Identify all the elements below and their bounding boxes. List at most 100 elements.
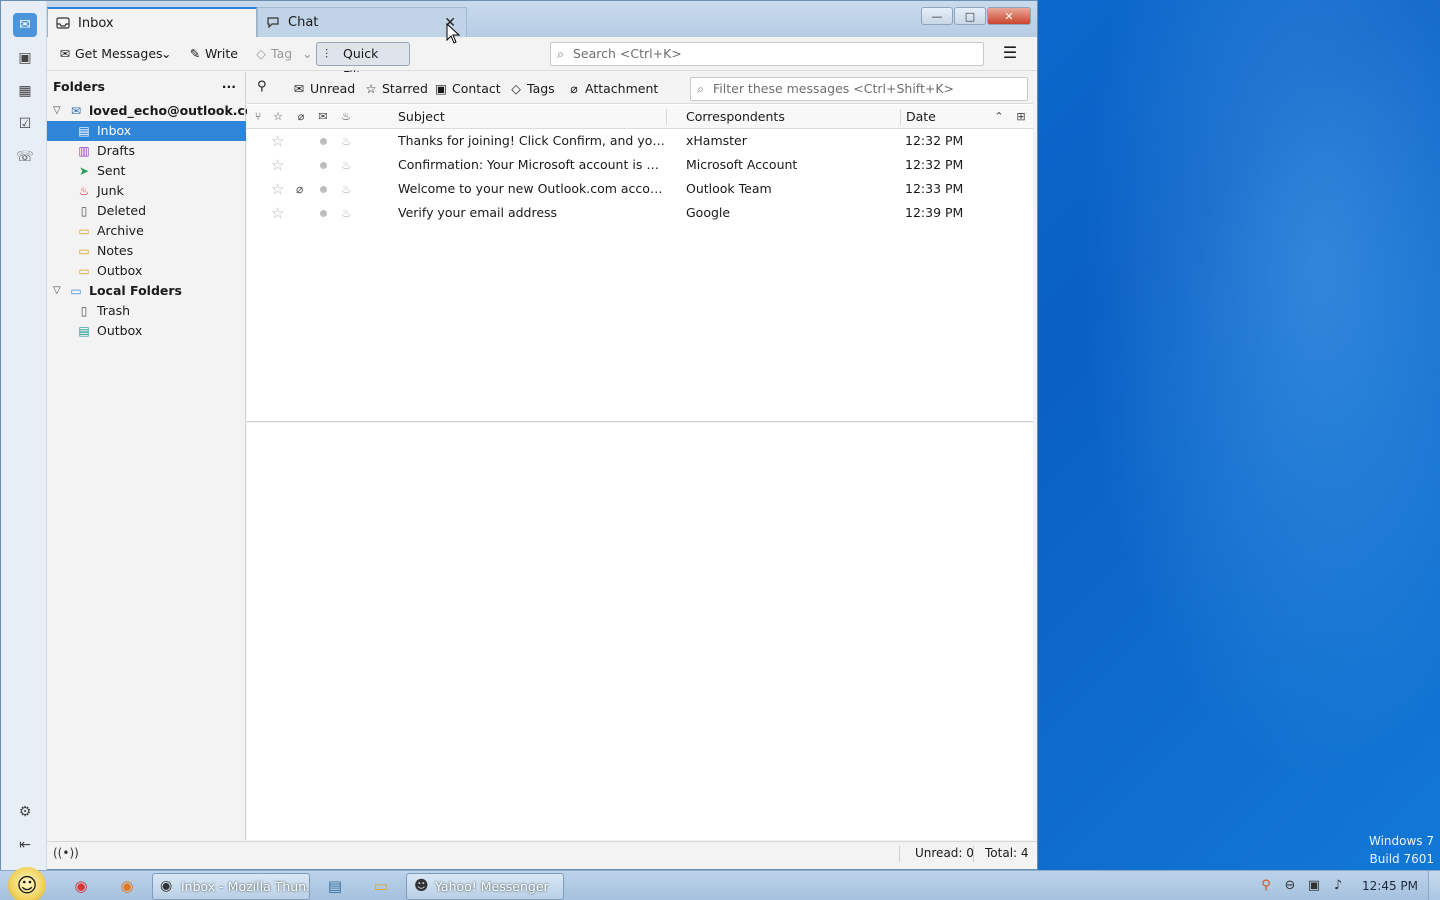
network-icon[interactable]: ▣ bbox=[1305, 877, 1323, 895]
message-row[interactable]: ☆ ♨ Thanks for joining! Click Confirm, a… bbox=[247, 129, 1033, 153]
tab-inbox[interactable]: Inbox bbox=[47, 7, 257, 37]
junk-icon: ♨ bbox=[78, 184, 90, 198]
minimize-button[interactable]: — bbox=[921, 7, 953, 25]
write-button[interactable]: ✎ Write bbox=[187, 43, 238, 65]
star-icon[interactable]: ☆ bbox=[271, 129, 284, 153]
global-search-input[interactable]: ⌕ Search <Ctrl+K> bbox=[550, 42, 984, 66]
chevron-down-icon[interactable]: ▽ bbox=[53, 281, 61, 301]
folder-notes[interactable]: ▭ Notes bbox=[47, 241, 246, 261]
outbox-icon: ▤ bbox=[78, 324, 90, 338]
folder-pane-title: Folders bbox=[53, 79, 105, 94]
thread-column-icon[interactable]: ⑂ bbox=[250, 105, 266, 129]
filter-contact-button[interactable]: ▣ Contact bbox=[434, 80, 501, 98]
firefox-icon[interactable]: ◉ bbox=[116, 875, 138, 897]
filter-tags-button[interactable]: ◇ Tags bbox=[509, 80, 555, 98]
message-row[interactable]: ☆ ♨ Verify your email address Google 12:… bbox=[247, 201, 1033, 225]
read-status-column-icon[interactable]: ✉ bbox=[315, 105, 331, 129]
tasks-icon[interactable]: ☑ bbox=[14, 113, 36, 135]
volume-icon[interactable]: ♪ bbox=[1329, 877, 1347, 895]
chat-space-icon[interactable]: ☏ bbox=[14, 146, 36, 168]
folder-label: Outbox bbox=[97, 263, 143, 278]
folder-drafts[interactable]: ▥ Drafts bbox=[47, 141, 246, 161]
chat-icon bbox=[267, 17, 279, 29]
quick-filter-button[interactable]: ⫶ Quick Filter bbox=[316, 42, 410, 83]
get-messages-dropdown[interactable]: ⌄ bbox=[155, 43, 171, 65]
star-column-icon[interactable]: ☆ bbox=[270, 105, 286, 129]
get-messages-button[interactable]: ✉ Get Messages bbox=[57, 43, 163, 65]
folder-trash[interactable]: ▯ Trash bbox=[47, 301, 246, 321]
settings-gear-icon[interactable]: ⚙ bbox=[14, 801, 36, 823]
folder-pane-more-button[interactable]: ··· bbox=[222, 72, 236, 102]
column-picker-icon[interactable]: ⊞ bbox=[1013, 105, 1029, 129]
message-subject: Welcome to your new Outlook.com account bbox=[398, 181, 666, 196]
address-book-icon[interactable]: ▣ bbox=[14, 47, 36, 69]
message-date: 12:33 PM bbox=[905, 181, 964, 196]
column-separator[interactable] bbox=[900, 109, 901, 125]
folder-deleted[interactable]: ▯ Deleted bbox=[47, 201, 246, 221]
chrome-icon[interactable]: ◉ bbox=[70, 875, 92, 897]
folder-archive[interactable]: ▭ Archive bbox=[47, 221, 246, 241]
attachment-column-icon[interactable]: ⌀ bbox=[293, 105, 309, 129]
filter-unread-button[interactable]: ✉ Unread bbox=[292, 80, 355, 98]
close-button[interactable]: ✕ bbox=[987, 7, 1031, 25]
read-status-dot[interactable] bbox=[320, 186, 327, 193]
file-explorer-icon[interactable]: ▭ bbox=[370, 875, 392, 897]
junk-status-icon[interactable]: ♨ bbox=[341, 129, 352, 153]
folder-local-outbox[interactable]: ▤ Outbox bbox=[47, 321, 246, 341]
junk-column-icon[interactable]: ♨ bbox=[338, 105, 354, 129]
column-header: ⑂ ☆ ⌀ ✉ ♨ Subject Correspondents Date ⌃ … bbox=[247, 105, 1033, 129]
show-desktop-button[interactable] bbox=[1428, 871, 1440, 900]
taskbar-task-thunderbird[interactable]: ◉ Inbox - Mozilla Thun... bbox=[152, 873, 310, 900]
subject-column-header[interactable]: Subject bbox=[398, 105, 445, 129]
account-local-folders[interactable]: ▽ ▭ Local Folders bbox=[47, 281, 246, 301]
filter-attachment-button[interactable]: ⌀ Attachment bbox=[567, 80, 658, 98]
minus-tray-icon[interactable]: ⊖ bbox=[1281, 877, 1299, 895]
tab-chat[interactable]: Chat ✕ bbox=[257, 7, 467, 37]
taskbar-clock[interactable]: 12:45 PM bbox=[1362, 871, 1418, 900]
envelope-icon: ✉ bbox=[59, 46, 71, 61]
message-subject: Verify your email address bbox=[398, 205, 558, 220]
pin-icon[interactable]: ⚲ bbox=[257, 79, 267, 94]
chevron-down-icon[interactable]: ▽ bbox=[53, 101, 61, 121]
mail-space-icon[interactable]: ✉ bbox=[13, 13, 37, 37]
collapse-spaces-icon[interactable]: ⇤ bbox=[14, 834, 36, 856]
window-manager-icon[interactable]: ▤ bbox=[324, 875, 346, 897]
junk-status-icon[interactable]: ♨ bbox=[341, 177, 352, 201]
message-preview-pane bbox=[247, 423, 1033, 840]
sort-ascending-icon[interactable]: ⌃ bbox=[991, 105, 1007, 129]
read-status-dot[interactable] bbox=[320, 210, 327, 217]
folder-junk[interactable]: ♨ Junk bbox=[47, 181, 246, 201]
junk-status-icon[interactable]: ♨ bbox=[341, 153, 352, 177]
read-status-dot[interactable] bbox=[320, 138, 327, 145]
maximize-button[interactable]: □ bbox=[954, 7, 986, 25]
message-row[interactable]: ☆ ♨ Confirmation: Your Microsoft account… bbox=[247, 153, 1033, 177]
tab-label: Chat bbox=[288, 15, 319, 30]
folder-inbox[interactable]: ▤ Inbox bbox=[47, 121, 246, 141]
unread-count: Unread: 0 bbox=[915, 846, 974, 860]
column-separator[interactable] bbox=[666, 109, 667, 125]
star-icon[interactable]: ☆ bbox=[271, 153, 284, 177]
filter-messages-input[interactable]: ⌕ Filter these messages <Ctrl+Shift+K> bbox=[690, 77, 1028, 101]
star-icon[interactable]: ☆ bbox=[271, 201, 284, 225]
online-status-icon[interactable]: ((•)) bbox=[53, 842, 79, 865]
spaces-toolbar: ✉ ▣ ▦ ☑ ☏ ⚙ ⇤ bbox=[1, 1, 47, 871]
read-status-dot[interactable] bbox=[320, 162, 327, 169]
filter-starred-button[interactable]: ☆ Starred bbox=[364, 80, 428, 98]
message-row[interactable]: ☆ ⌀ ♨ Welcome to your new Outlook.com ac… bbox=[247, 177, 1033, 201]
calendar-icon[interactable]: ▦ bbox=[14, 80, 36, 102]
taskbar: ☺ ◉ ◉ ◉ Inbox - Mozilla Thun... ▤ ▭ ☻ Ya… bbox=[0, 867, 1440, 900]
folder-sent[interactable]: ➤ Sent bbox=[47, 161, 246, 181]
search-tray-icon[interactable]: ⚲ bbox=[1257, 877, 1275, 895]
app-menu-icon[interactable]: ☰ bbox=[1000, 44, 1020, 64]
account-outlook[interactable]: ▽ ✉ loved_echo@outlook.com bbox=[47, 101, 267, 121]
star-icon[interactable]: ☆ bbox=[271, 177, 284, 201]
taskbar-task-yahoo-messenger[interactable]: ☻ Yahoo! Messenger bbox=[406, 873, 564, 900]
folder-icon: ▭ bbox=[78, 224, 90, 238]
tag-button[interactable]: ◇ Tag ⌄ bbox=[253, 43, 312, 65]
date-column-header[interactable]: Date bbox=[906, 105, 936, 129]
junk-status-icon[interactable]: ♨ bbox=[341, 201, 352, 225]
folder-outbox[interactable]: ▭ Outbox bbox=[47, 261, 246, 281]
start-button[interactable]: ☺ bbox=[8, 867, 46, 900]
correspondents-column-header[interactable]: Correspondents bbox=[686, 105, 785, 129]
sent-icon: ➤ bbox=[78, 164, 90, 178]
